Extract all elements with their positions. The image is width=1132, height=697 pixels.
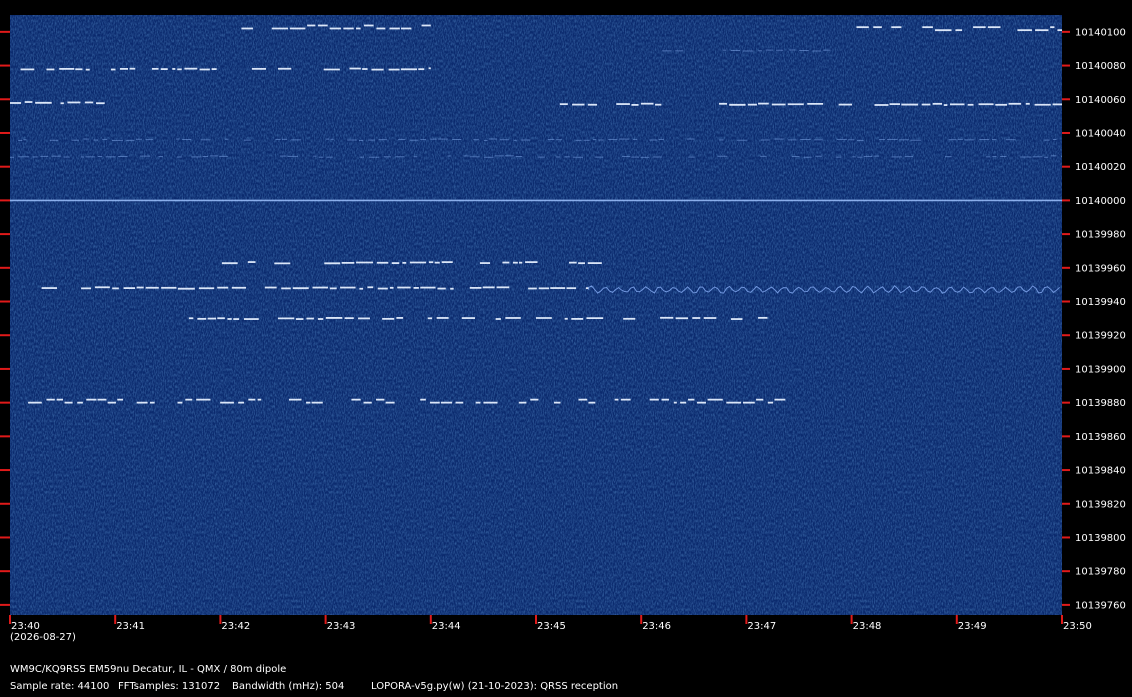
x-tick-label: 23:41 [116, 621, 145, 632]
y-tick-label: 10139860 [1075, 432, 1126, 443]
x-tick-label: 23:42 [221, 621, 250, 632]
software-info: LOPORA-v5g.py(w) (21-10-2023): QRSS rece… [371, 681, 619, 692]
x-tick-label: 23:49 [958, 621, 987, 632]
x-tick-label: 23:43 [327, 621, 356, 632]
y-tick-label: 10139980 [1075, 230, 1126, 241]
waterfall-chart: 10140100 10140080 10140060 10140040 10140020… [0, 15, 1126, 632]
y-tick-label: 10139900 [1075, 364, 1126, 375]
x-tick-label: 23:45 [537, 621, 566, 632]
y-tick-label: 10139960 [1075, 263, 1126, 274]
sample-rate: Sample rate: 44100 [10, 681, 110, 692]
station-info: WM9C/KQ9RSS EM59nu Decatur, IL - QMX / 8… [10, 664, 287, 675]
y-tick-label: 10140020 [1075, 162, 1126, 173]
bandwidth: Bandwidth (mHz): 504 [232, 681, 345, 692]
x-tick-label: 23:48 [853, 621, 882, 632]
y-tick-label: 10139820 [1075, 499, 1126, 510]
y-tick-label: 10140040 [1075, 128, 1126, 139]
x-tick-label: 23:44 [432, 621, 461, 632]
y-tick-label: 10140100 [1075, 27, 1126, 38]
y-tick-label: 10140000 [1075, 196, 1126, 207]
y-tick-label: 10139840 [1075, 466, 1126, 477]
y-tick-label: 10139940 [1075, 297, 1126, 308]
y-tick-label: 10140060 [1075, 95, 1126, 106]
x-tick-label: 23:47 [747, 621, 776, 632]
y-tick-label: 10139800 [1075, 533, 1126, 544]
y-tick-label: 10139780 [1075, 567, 1126, 578]
x-tick-label: 23:46 [642, 621, 671, 632]
x-tick-label: 23:50 [1063, 621, 1092, 632]
date-label: (2026-08-27) [10, 632, 76, 643]
fft-samples: FFTsamples: 131072 [118, 681, 221, 692]
y-tick-label: 10140080 [1075, 61, 1126, 72]
x-tick-label: 23:40 [11, 621, 40, 632]
y-tick-label: 10139760 [1075, 600, 1126, 611]
y-tick-label: 10139920 [1075, 331, 1126, 342]
y-tick-label: 10139880 [1075, 398, 1126, 409]
